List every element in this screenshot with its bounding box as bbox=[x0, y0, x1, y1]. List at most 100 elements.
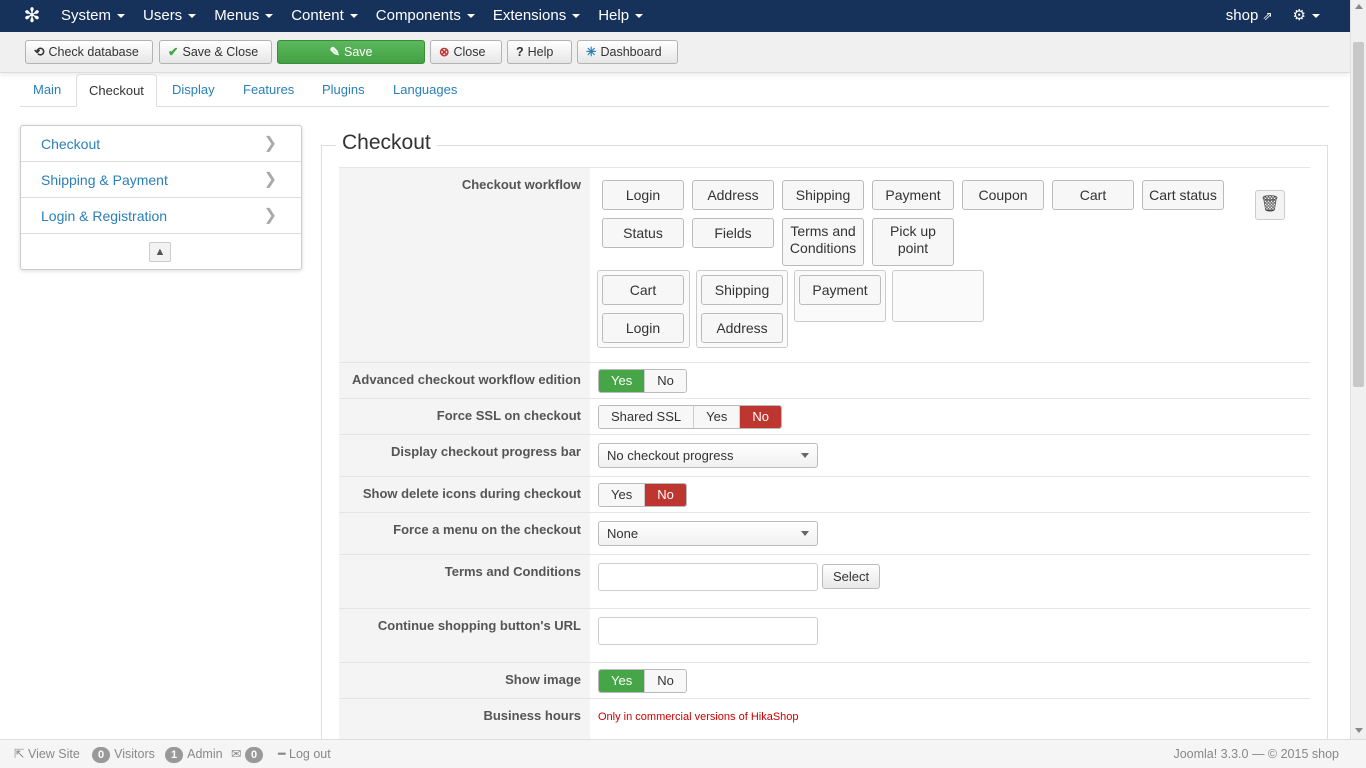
check-database-button[interactable]: ⟲ Check database bbox=[25, 40, 153, 64]
menu-label: Help bbox=[598, 7, 630, 24]
select-value: None bbox=[607, 526, 639, 541]
workflow-step-item[interactable]: Shipping bbox=[701, 275, 783, 305]
workflow-palette-item[interactable]: Pick up point bbox=[872, 218, 954, 266]
yes-option[interactable]: Yes bbox=[599, 484, 646, 506]
terms-select-button[interactable]: Select bbox=[822, 564, 881, 589]
logout-link[interactable]: ━ Log out bbox=[278, 740, 331, 768]
no-option[interactable]: No bbox=[740, 406, 781, 428]
workflow-palette-item[interactable]: Cart bbox=[1052, 180, 1134, 210]
delete-icons-toggle: Yes No bbox=[598, 483, 687, 507]
tab-plugins[interactable]: Plugins bbox=[310, 74, 377, 107]
visitors-status: 0 Visitors bbox=[92, 740, 155, 768]
trash-icon[interactable]: 🗑 bbox=[1255, 190, 1285, 220]
workflow-palette-item[interactable]: Terms and Conditions bbox=[782, 218, 864, 266]
view-site-link[interactable]: ⇱ View Site bbox=[14, 740, 80, 768]
progress-bar-select[interactable]: No checkout progress bbox=[598, 443, 818, 468]
workflow-palette-item[interactable]: Payment bbox=[872, 180, 954, 210]
button-label: Help bbox=[527, 45, 554, 59]
scroll-thumb[interactable] bbox=[1353, 42, 1364, 387]
menu-components[interactable]: Components bbox=[367, 0, 484, 32]
continue-url-input[interactable] bbox=[598, 617, 818, 645]
workflow-step-item[interactable]: Cart bbox=[602, 275, 684, 305]
menu-users[interactable]: Users bbox=[134, 0, 205, 32]
workflow-palette-item[interactable]: Address bbox=[692, 180, 774, 210]
section-title: Checkout bbox=[336, 131, 437, 155]
field-label: Show image bbox=[339, 663, 590, 698]
sidebar-item-login-registration[interactable]: Login & Registration ❯ bbox=[21, 198, 301, 234]
field-label: Force a menu on the checkout bbox=[339, 513, 590, 554]
site-link[interactable]: shop ⇗ bbox=[1216, 0, 1283, 32]
workflow-palette-item[interactable]: Shipping bbox=[782, 180, 864, 210]
tab-languages[interactable]: Languages bbox=[381, 74, 469, 107]
toolbar: ⟲ Check database ✔ Save & Close ✎ Save ⊗ Clo… bbox=[0, 32, 1350, 73]
tab-display[interactable]: Display bbox=[160, 74, 227, 107]
messages-status[interactable]: ✉ 0 bbox=[231, 740, 267, 768]
button-label: Close bbox=[453, 45, 486, 59]
field-label: Terms and Conditions bbox=[339, 555, 590, 608]
force-menu-select[interactable]: None bbox=[598, 521, 818, 546]
page-scrollbar[interactable] bbox=[1350, 0, 1366, 739]
no-option[interactable]: No bbox=[645, 484, 686, 506]
save-button[interactable]: ✎ Save bbox=[277, 40, 425, 64]
workflow-palette-item[interactable]: Login bbox=[602, 180, 684, 210]
tab-checkout[interactable]: Checkout bbox=[76, 74, 157, 107]
save-close-button[interactable]: ✔ Save & Close bbox=[159, 40, 272, 64]
button-label: Save bbox=[343, 45, 373, 59]
dashboard-button[interactable]: ✳ Dashboard bbox=[577, 40, 678, 64]
share-icon: ⇱ bbox=[14, 747, 25, 761]
menu-label: Users bbox=[143, 7, 183, 24]
show-image-toggle: Yes No bbox=[598, 669, 687, 693]
menu-extensions[interactable]: Extensions bbox=[484, 0, 589, 32]
help-button[interactable]: ? Help bbox=[507, 40, 572, 64]
workflow-palette-item[interactable]: Cart status bbox=[1142, 180, 1224, 210]
menu-content[interactable]: Content bbox=[282, 0, 367, 32]
field-label: Checkout workflow bbox=[339, 168, 590, 363]
no-option[interactable]: No bbox=[645, 670, 686, 692]
sidebar-item-shipping-payment[interactable]: Shipping & Payment ❯ bbox=[21, 162, 301, 198]
main-menu: System Users Menus Content Components Ex… bbox=[52, 0, 652, 32]
yes-option[interactable]: Yes bbox=[599, 370, 646, 392]
menu-label: Menus bbox=[214, 7, 260, 24]
yes-option[interactable]: Yes bbox=[599, 670, 646, 692]
logout-label: Log out bbox=[289, 747, 331, 761]
workflow-palette-item[interactable]: Status bbox=[602, 218, 684, 248]
workflow-step-item[interactable]: Address bbox=[701, 313, 783, 343]
yes-option[interactable]: Yes bbox=[694, 406, 741, 428]
force-ssl-toggle: Shared SSL Yes No bbox=[598, 405, 782, 429]
shared-ssl-option[interactable]: Shared SSL bbox=[599, 406, 695, 428]
gear-icon: ⚙ bbox=[1292, 7, 1306, 24]
admin-label: Admin bbox=[187, 747, 223, 761]
select-value: No checkout progress bbox=[607, 448, 734, 463]
advanced-workflow-row: Advanced checkout workflow edition bbox=[339, 362, 1310, 398]
button-label: Save & Close bbox=[182, 45, 259, 59]
menu-system[interactable]: System bbox=[52, 0, 134, 32]
menu-menus[interactable]: Menus bbox=[205, 0, 282, 32]
tab-features[interactable]: Features bbox=[231, 74, 306, 107]
workflow-palette-item[interactable]: Coupon bbox=[962, 180, 1044, 210]
caret-down-icon bbox=[466, 14, 475, 19]
joomla-logo-icon[interactable]: ✻ bbox=[18, 5, 46, 27]
sidebar-item-checkout[interactable]: Checkout ❯ bbox=[21, 126, 301, 162]
caret-down-icon bbox=[635, 14, 644, 19]
tab-main[interactable]: Main bbox=[21, 74, 73, 107]
collapse-up-icon[interactable]: ▲ bbox=[149, 242, 171, 262]
scroll-up-icon[interactable] bbox=[1355, 4, 1363, 9]
question-circle-icon: ? bbox=[516, 45, 524, 59]
no-option[interactable]: No bbox=[645, 370, 686, 392]
button-label: Check database bbox=[48, 45, 139, 59]
visitors-label: Visitors bbox=[114, 747, 155, 761]
menu-help[interactable]: Help bbox=[589, 0, 652, 32]
workflow-step-item[interactable]: Login bbox=[602, 313, 684, 343]
terms-input[interactable] bbox=[598, 563, 818, 591]
workflow-palette-item[interactable]: Fields bbox=[692, 218, 774, 248]
cancel-circle-icon: ⊗ bbox=[439, 45, 450, 59]
workflow-step-group-empty[interactable] bbox=[892, 270, 984, 322]
workflow-step-item[interactable]: Payment bbox=[799, 275, 881, 305]
sidebar-item-label: Checkout bbox=[41, 136, 101, 152]
field-label: Business hours bbox=[339, 699, 590, 739]
settings-menu[interactable]: ⚙ bbox=[1283, 0, 1330, 32]
close-button[interactable]: ⊗ Close bbox=[430, 40, 502, 64]
dashboard-icon: ✳ bbox=[586, 45, 597, 59]
caret-down-icon bbox=[1312, 14, 1320, 19]
scroll-down-icon[interactable] bbox=[1355, 728, 1363, 733]
